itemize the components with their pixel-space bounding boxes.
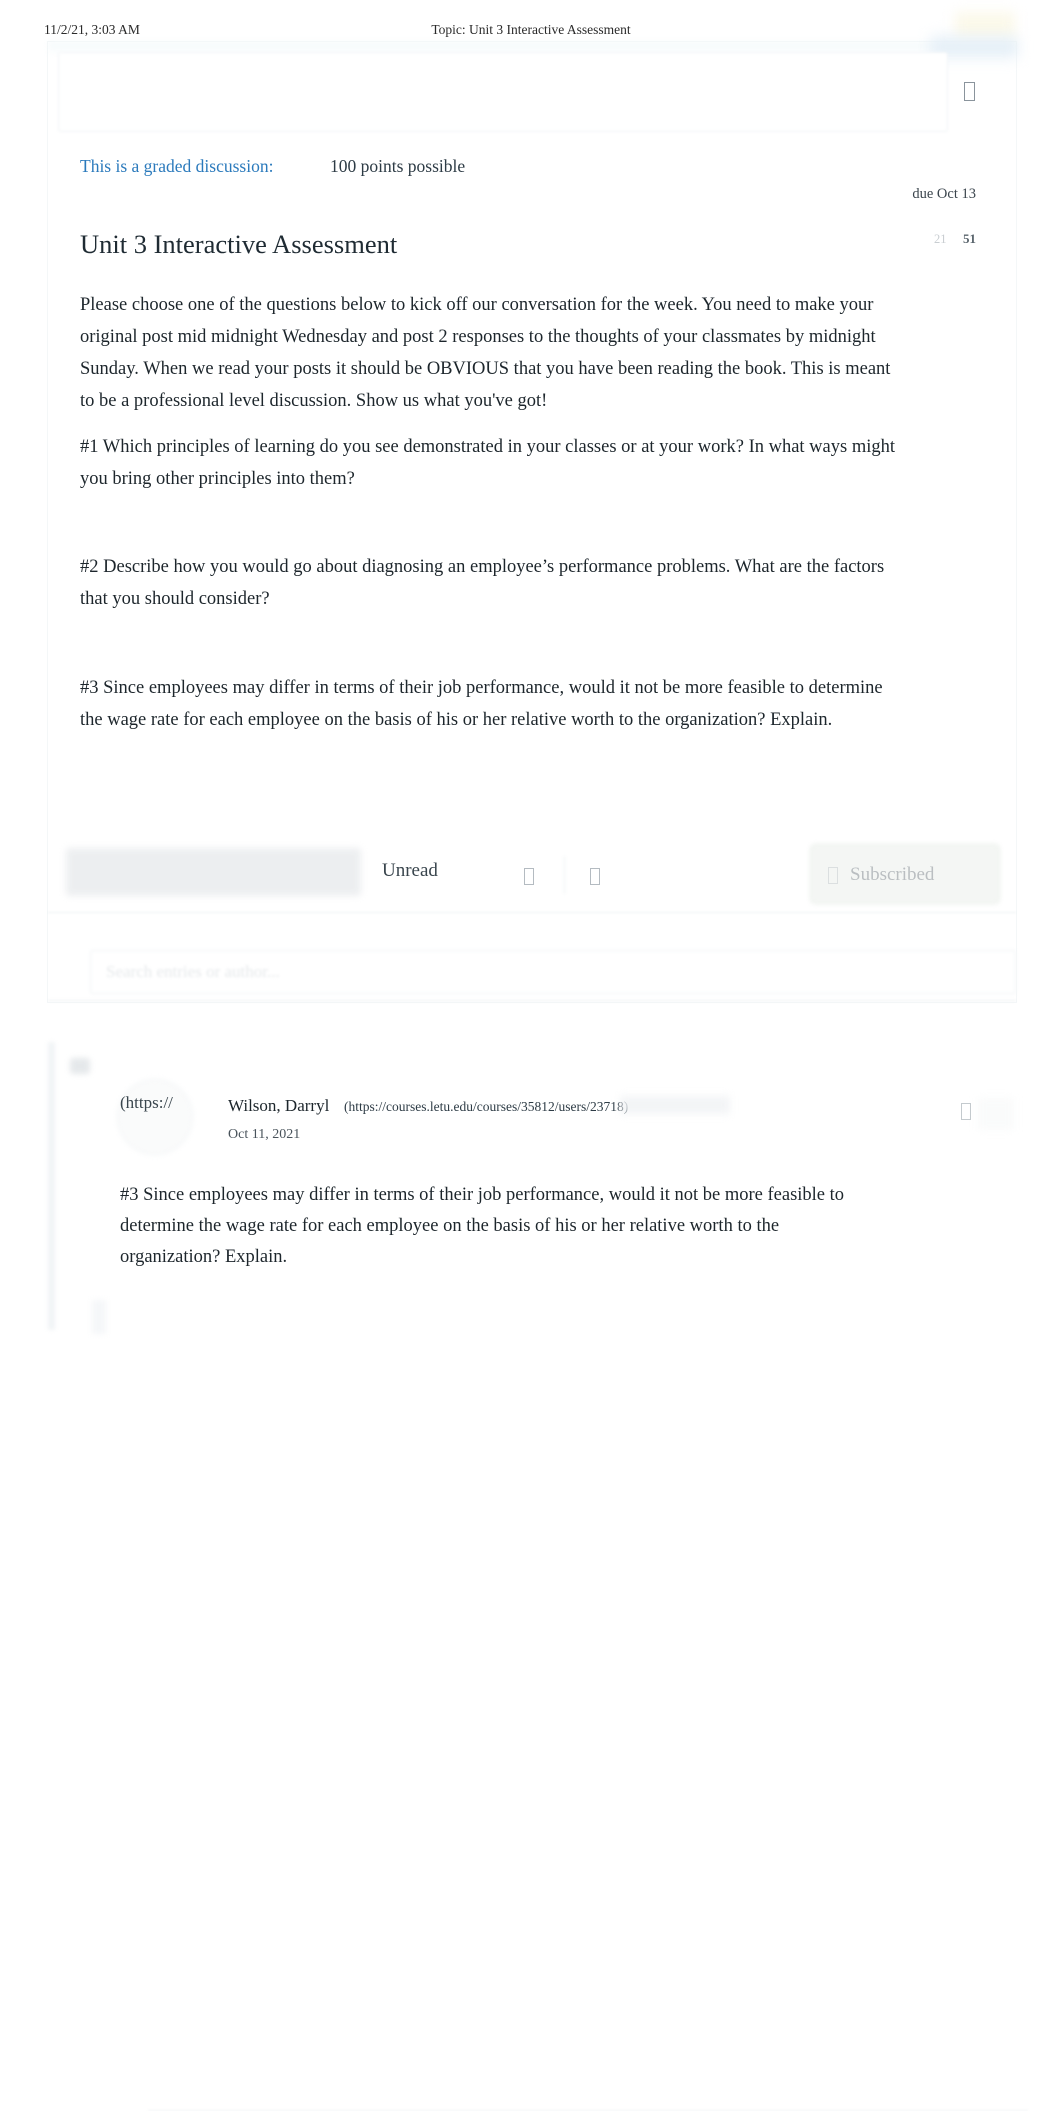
search-divider	[48, 1000, 1016, 1001]
prompt-intro-paragraph: Please choose one of the questions below…	[80, 295, 891, 411]
search-placeholder: Search entries or author...	[106, 962, 280, 981]
entry-message-text: #3 Since employees may differ in terms o…	[120, 1185, 845, 1267]
entry-date: Oct 11, 2021	[228, 1127, 301, 1142]
actions-divider	[48, 912, 1016, 913]
entry-author-name[interactable]: Wilson, Darryl	[228, 1096, 329, 1116]
collapse-icon[interactable]	[580, 862, 610, 890]
sort-icon[interactable]	[514, 862, 544, 890]
kebab-glyph	[963, 81, 975, 101]
entry-kebab-menu-icon[interactable]	[955, 1100, 977, 1122]
check-circle-icon	[828, 866, 838, 884]
unread-indicator[interactable]	[70, 1058, 90, 1074]
author-link-artifact	[620, 1096, 730, 1114]
subscribed-label: Subscribed	[850, 864, 935, 885]
highlight-artifact	[955, 12, 1015, 38]
prompt-question-1: #1 Which principles of learning do you s…	[80, 437, 896, 489]
unread-filter-label[interactable]: Unread	[382, 860, 438, 882]
toolbar-divider	[564, 856, 565, 894]
entry-kebab-artifact	[978, 1098, 1014, 1130]
entry-message-body: #3 Since employees may differ in terms o…	[120, 1180, 880, 1273]
collapse-glyph	[590, 867, 600, 885]
print-header: 11/2/21, 3:03 AM Topic: Unit 3 Interacti…	[0, 22, 1062, 44]
entry-kebab-glyph	[961, 1102, 971, 1120]
graded-discussion-label: This is a graded discussion:	[80, 156, 274, 176]
prompt-question-2: #2 Describe how you would go about diagn…	[80, 557, 885, 609]
discussion-top-toolbar[interactable]	[58, 52, 948, 132]
sort-glyph	[524, 867, 534, 885]
discussion-actions-toolbar[interactable]: Unread Subscribed	[48, 836, 1016, 914]
page-title: Unit 3 Interactive Assessment	[80, 229, 398, 259]
kebab-menu-icon[interactable]	[940, 56, 998, 126]
due-date: due Oct 13	[912, 186, 976, 202]
print-topic-title: Topic: Unit 3 Interactive Assessment	[431, 22, 631, 37]
search-row[interactable]: Search entries or author...	[48, 940, 1016, 1002]
points-possible: 100 points possible	[330, 156, 466, 176]
avatar	[118, 1080, 192, 1154]
total-replies-count: 51	[963, 231, 976, 246]
reply-button[interactable]	[66, 848, 361, 896]
graded-discussion-row: This is a graded discussion: 100 points …	[80, 156, 980, 182]
unread-count-badge: 21	[934, 232, 947, 246]
entry-rail-tail	[92, 1300, 106, 1334]
entry-unread-rail	[48, 1042, 55, 1330]
entry-author-link[interactable]: (https://courses.letu.edu/courses/35812/…	[344, 1099, 628, 1115]
avatar-url-fragment: (https://	[120, 1093, 173, 1112]
subscribed-button-content[interactable]: Subscribed	[828, 862, 988, 888]
prompt-question-3: #3 Since employees may differ in terms o…	[80, 678, 883, 730]
discussion-message-body: Please choose one of the questions below…	[80, 289, 902, 750]
